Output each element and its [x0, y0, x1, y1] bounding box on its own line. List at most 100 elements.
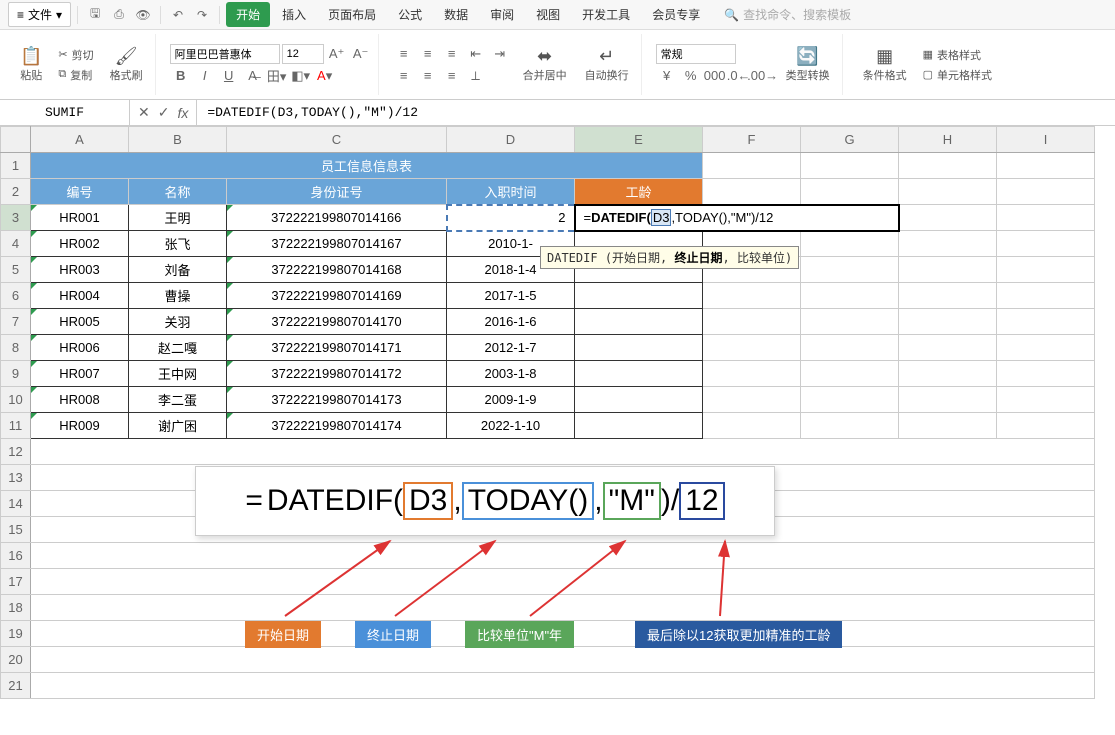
cell[interactable] [801, 231, 899, 257]
undo-icon[interactable]: ↶ [167, 4, 189, 26]
row-header-5[interactable]: 5 [1, 257, 31, 283]
cell[interactable] [899, 231, 997, 257]
col-header-A[interactable]: A [31, 127, 129, 153]
align-bottom-button[interactable]: ≡ [441, 44, 463, 64]
cell[interactable] [899, 361, 997, 387]
cell[interactable] [899, 413, 997, 439]
cell-C7[interactable]: 372222199807014170 [227, 309, 447, 335]
cell[interactable] [31, 439, 1095, 465]
cell[interactable] [703, 153, 801, 179]
cell[interactable] [899, 387, 997, 413]
cancel-formula-button[interactable]: ✕ [138, 104, 150, 121]
cell-D11[interactable]: 2022-1-10 [447, 413, 575, 439]
cell-A9[interactable]: HR007 [31, 361, 129, 387]
cell-A5[interactable]: HR003 [31, 257, 129, 283]
row-header-14[interactable]: 14 [1, 491, 31, 517]
cell-E11[interactable] [575, 413, 703, 439]
tab-dev[interactable]: 开发工具 [572, 2, 640, 27]
font-size-select[interactable] [282, 44, 324, 64]
redo-icon[interactable]: ↷ [191, 4, 213, 26]
cell-B10[interactable]: 李二蛋 [129, 387, 227, 413]
tab-review[interactable]: 审阅 [480, 2, 524, 27]
cell-D7[interactable]: 2016-1-6 [447, 309, 575, 335]
preview-icon[interactable]: 👁 [132, 4, 154, 26]
cell[interactable] [801, 413, 899, 439]
cell-A3[interactable]: HR001 [31, 205, 129, 231]
type-convert-button[interactable]: 🔄类型转换 [780, 44, 836, 85]
cell-C4[interactable]: 372222199807014167 [227, 231, 447, 257]
header-name[interactable]: 名称 [129, 179, 227, 205]
comma-button[interactable]: 000 [704, 66, 726, 86]
row-header-7[interactable]: 7 [1, 309, 31, 335]
number-format-select[interactable] [656, 44, 736, 64]
col-header-C[interactable]: C [227, 127, 447, 153]
cell[interactable] [997, 413, 1095, 439]
select-all-corner[interactable] [1, 127, 31, 153]
col-header-B[interactable]: B [129, 127, 227, 153]
row-header-11[interactable]: 11 [1, 413, 31, 439]
copy-button[interactable]: ⧉复制 [54, 66, 97, 84]
cell-D8[interactable]: 2012-1-7 [447, 335, 575, 361]
merge-center-button[interactable]: ⬌合并居中 [517, 44, 573, 85]
cell-A4[interactable]: HR002 [31, 231, 129, 257]
col-header-E[interactable]: E [575, 127, 703, 153]
cell-C5[interactable]: 372222199807014168 [227, 257, 447, 283]
file-menu[interactable]: ≡ 文件 ▾ [8, 2, 71, 27]
cell[interactable] [703, 179, 801, 205]
cell[interactable] [801, 179, 899, 205]
tab-member[interactable]: 会员专享 [642, 2, 710, 27]
cell-style-button[interactable]: ▢单元格样式 [919, 66, 996, 84]
cell[interactable] [703, 309, 801, 335]
print-icon[interactable]: ⎙ [108, 4, 130, 26]
col-header-D[interactable]: D [447, 127, 575, 153]
cell[interactable] [997, 309, 1095, 335]
cell-C9[interactable]: 372222199807014172 [227, 361, 447, 387]
row-header-4[interactable]: 4 [1, 231, 31, 257]
cell-A6[interactable]: HR004 [31, 283, 129, 309]
bold-button[interactable]: B [170, 66, 192, 86]
cell-C3[interactable]: 372222199807014166 [227, 205, 447, 231]
cell[interactable] [997, 361, 1095, 387]
cell-D3[interactable]: 2 [447, 205, 575, 231]
cell[interactable] [997, 257, 1095, 283]
cell[interactable] [801, 309, 899, 335]
row-header-20[interactable]: 20 [1, 647, 31, 673]
cell-A7[interactable]: HR005 [31, 309, 129, 335]
cell-C6[interactable]: 372222199807014169 [227, 283, 447, 309]
cell-B9[interactable]: 王中网 [129, 361, 227, 387]
cell[interactable] [997, 153, 1095, 179]
cell-E3-editing[interactable]: =DATEDIF(D3,TODAY(),"M")/12 [575, 205, 899, 231]
cell[interactable] [801, 361, 899, 387]
header-id[interactable]: 编号 [31, 179, 129, 205]
currency-button[interactable]: ¥ [656, 66, 678, 86]
header-hiredate[interactable]: 入职时间 [447, 179, 575, 205]
cell[interactable] [997, 179, 1095, 205]
row-header-3[interactable]: 3 [1, 205, 31, 231]
align-middle-button[interactable]: ≡ [417, 44, 439, 64]
paste-button[interactable]: 📋粘贴 [14, 44, 48, 85]
cell[interactable] [997, 283, 1095, 309]
row-header-10[interactable]: 10 [1, 387, 31, 413]
cell-D10[interactable]: 2009-1-9 [447, 387, 575, 413]
col-header-F[interactable]: F [703, 127, 801, 153]
cell-A8[interactable]: HR006 [31, 335, 129, 361]
cell-B3[interactable]: 王明 [129, 205, 227, 231]
cond-format-button[interactable]: ▦条件格式 [857, 44, 913, 85]
row-header-2[interactable]: 2 [1, 179, 31, 205]
col-header-H[interactable]: H [899, 127, 997, 153]
indent-dec-button[interactable]: ⇤ [465, 44, 487, 64]
cut-button[interactable]: ✂剪切 [54, 46, 97, 64]
underline-button[interactable]: U [218, 66, 240, 86]
cell[interactable] [899, 205, 997, 231]
cell[interactable] [899, 283, 997, 309]
cell-D6[interactable]: 2017-1-5 [447, 283, 575, 309]
row-header-8[interactable]: 8 [1, 335, 31, 361]
font-family-select[interactable] [170, 44, 280, 64]
cell[interactable] [703, 283, 801, 309]
cell[interactable] [31, 647, 1095, 673]
row-header-12[interactable]: 12 [1, 439, 31, 465]
cell[interactable] [899, 153, 997, 179]
cell[interactable] [703, 335, 801, 361]
search-box[interactable]: 🔍 查找命令、搜索模板 [724, 6, 851, 23]
row-header-19[interactable]: 19 [1, 621, 31, 647]
